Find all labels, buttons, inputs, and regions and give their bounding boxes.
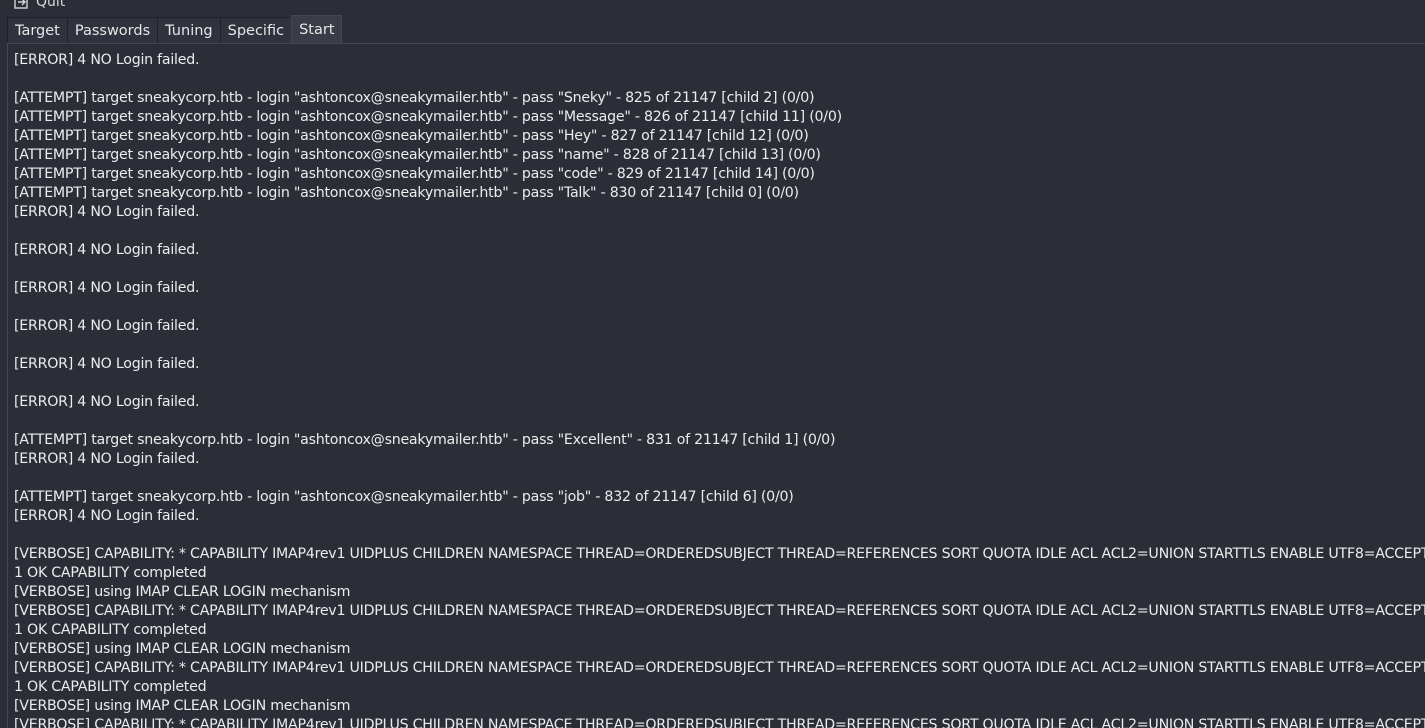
log-line: [ATTEMPT] target sneakycorp.htb - login … bbox=[14, 432, 836, 448]
tab-label: Tuning bbox=[165, 23, 213, 39]
log-line: [ATTEMPT] target sneakycorp.htb - login … bbox=[14, 128, 809, 144]
log-line: [VERBOSE] CAPABILITY: * CAPABILITY IMAP4… bbox=[14, 603, 1425, 619]
log-line: [ERROR] 4 NO Login failed. bbox=[14, 356, 200, 372]
app-window: Quit Target Passwords Tuning Specific St… bbox=[0, 0, 1425, 728]
output-log[interactable]: [ERROR] 4 NO Login failed. [ATTEMPT] targ… bbox=[7, 44, 1425, 728]
log-line: [ATTEMPT] target sneakycorp.htb - login … bbox=[14, 489, 794, 505]
log-line: [ATTEMPT] target sneakycorp.htb - login … bbox=[14, 109, 842, 125]
log-line: [ATTEMPT] target sneakycorp.htb - login … bbox=[14, 147, 821, 163]
log-line: [ERROR] 4 NO Login failed. bbox=[14, 394, 200, 410]
tab-label: Passwords bbox=[74, 23, 151, 39]
tab-target[interactable]: Target bbox=[7, 17, 68, 44]
quit-label: Quit bbox=[36, 0, 66, 10]
log-line: 1 OK CAPABILITY completed bbox=[14, 679, 207, 695]
tab-specific[interactable]: Specific bbox=[219, 17, 293, 44]
log-line: 1 OK CAPABILITY completed bbox=[14, 565, 207, 581]
tab-label: Specific bbox=[227, 23, 285, 39]
quit-icon bbox=[14, 0, 28, 9]
log-line: 1 OK CAPABILITY completed bbox=[14, 622, 207, 638]
tab-label: Target bbox=[15, 23, 60, 39]
log-line: [VERBOSE] using IMAP CLEAR LOGIN mechani… bbox=[14, 584, 351, 600]
log-blank-line bbox=[8, 412, 1425, 431]
log-blank-line bbox=[8, 298, 1425, 317]
log-line: [ATTEMPT] target sneakycorp.htb - login … bbox=[14, 185, 799, 201]
log-blank-line bbox=[8, 70, 1425, 89]
log-blank-line bbox=[8, 260, 1425, 279]
log-line: [ERROR] 4 NO Login failed. bbox=[14, 242, 200, 258]
log-blank-line bbox=[8, 526, 1425, 545]
log-blank-line bbox=[8, 222, 1425, 241]
log-line: [ATTEMPT] target sneakycorp.htb - login … bbox=[14, 90, 815, 106]
tab-tuning[interactable]: Tuning bbox=[157, 17, 221, 44]
tab-passwords[interactable]: Passwords bbox=[66, 17, 159, 44]
tab-bar: Target Passwords Tuning Specific Start bbox=[7, 15, 343, 44]
log-line: [VERBOSE] using IMAP CLEAR LOGIN mechani… bbox=[14, 641, 351, 657]
log-line: [ERROR] 4 NO Login failed. bbox=[14, 318, 200, 334]
log-line: [ERROR] 4 NO Login failed. bbox=[14, 52, 200, 68]
log-line: [ERROR] 4 NO Login failed. bbox=[14, 508, 200, 524]
log-lines: [ERROR] 4 NO Login failed. [ATTEMPT] targ… bbox=[8, 44, 1425, 728]
log-line: [VERBOSE] CAPABILITY: * CAPABILITY IMAP4… bbox=[14, 546, 1425, 562]
log-line: [VERBOSE] using IMAP CLEAR LOGIN mechani… bbox=[14, 698, 351, 714]
log-line: [ERROR] 4 NO Login failed. bbox=[14, 451, 200, 467]
log-blank-line bbox=[8, 374, 1425, 393]
log-line: [ERROR] 4 NO Login failed. bbox=[14, 280, 200, 296]
tab-label: Start bbox=[299, 22, 335, 38]
log-line: [VERBOSE] CAPABILITY: * CAPABILITY IMAP4… bbox=[14, 660, 1425, 676]
menu-bar: Quit bbox=[0, 0, 1425, 14]
log-line: [ATTEMPT] target sneakycorp.htb - login … bbox=[14, 166, 815, 182]
log-line: [ERROR] 4 NO Login failed. bbox=[14, 204, 200, 220]
tab-start[interactable]: Start bbox=[291, 15, 343, 44]
log-line: [VERBOSE] CAPABILITY: * CAPABILITY IMAP4… bbox=[14, 717, 1425, 728]
log-blank-line bbox=[8, 469, 1425, 488]
log-blank-line bbox=[8, 336, 1425, 355]
quit-menu-item[interactable]: Quit bbox=[14, 0, 65, 10]
